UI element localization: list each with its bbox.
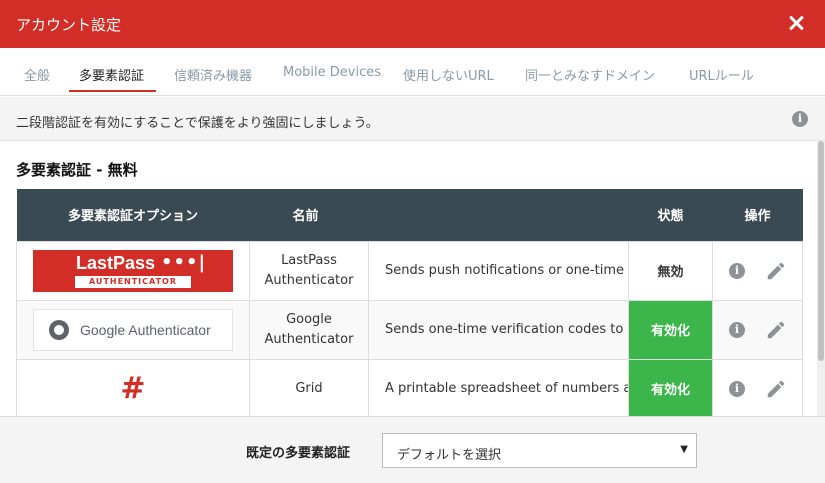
- option-description: A printable spreadsheet of numbers a: [367, 358, 630, 419]
- tab-equivalent-domains[interactable]: 同一とみなすドメイン: [525, 65, 655, 84]
- option-name: Google Authenticator: [249, 299, 369, 360]
- option-description: Sends push notifications or one-time: [367, 240, 630, 301]
- column-header-option: 多要素認証オプション: [16, 189, 250, 241]
- tab-multifactor[interactable]: 多要素認証: [68, 65, 157, 92]
- status-badge: 有効化: [628, 299, 714, 360]
- pencil-icon[interactable]: [765, 319, 787, 341]
- title-bar: アカウント設定: [0, 0, 825, 48]
- column-header-name: 名前: [249, 189, 629, 241]
- info-icon[interactable]: i: [729, 321, 746, 338]
- tab-url-rules[interactable]: URLルール: [689, 65, 754, 84]
- status-badge: 有効化: [628, 358, 714, 419]
- tab-mobile-devices[interactable]: Mobile Devices: [283, 65, 381, 80]
- chevron-down-icon: ▼: [680, 444, 688, 455]
- pencil-icon[interactable]: [765, 378, 787, 400]
- scrollbar[interactable]: [817, 141, 825, 416]
- default-mfa-select-value: デフォルトを選択: [397, 448, 502, 463]
- option-name: LastPass Authenticator: [249, 240, 369, 301]
- option-description: Sends one-time verification codes to: [367, 299, 630, 360]
- status-badge: 無効: [628, 240, 714, 301]
- mfa-table: 多要素認証オプション 名前 状態 操作 LastPass •••| AUTHEN…: [16, 189, 804, 419]
- info-bar: 二段階認証を有効にすることで保護をより強固にしましょう。: [0, 97, 825, 141]
- tab-trusted-devices[interactable]: 信頼済み機器: [174, 65, 252, 84]
- section-title: 多要素認証 - 無料: [16, 161, 138, 179]
- info-text: 二段階認証を有効にすることで保護をより強固にしましょう。: [16, 116, 379, 131]
- column-header-status: 状態: [628, 189, 713, 241]
- table-row: # Grid A printable spreadsheet of number…: [16, 358, 804, 419]
- window-title: アカウント設定: [16, 16, 122, 34]
- table-row: LastPass •••| AUTHENTICATOR LastPass Aut…: [16, 240, 804, 301]
- google-authenticator-logo: Google Authenticator: [33, 308, 233, 351]
- column-header-actions: 操作: [712, 189, 803, 241]
- close-icon[interactable]: [785, 12, 807, 34]
- default-mfa-select[interactable]: デフォルトを選択 ▼: [382, 433, 697, 468]
- tab-bar: 全般 多要素認証 信頼済み機器 Mobile Devices 使用しないURL …: [0, 48, 825, 96]
- scrollbar-thumb[interactable]: [818, 141, 824, 361]
- grid-logo: #: [120, 371, 146, 406]
- option-name: Grid: [249, 358, 369, 419]
- lastpass-authenticator-logo: LastPass •••| AUTHENTICATOR: [33, 249, 233, 292]
- pencil-icon[interactable]: [765, 260, 787, 282]
- info-icon[interactable]: i: [729, 380, 746, 397]
- google-authenticator-icon: [49, 319, 69, 340]
- default-mfa-label: 既定の多要素認証: [246, 446, 351, 461]
- info-icon[interactable]: i: [792, 111, 808, 127]
- table-row: Google Authenticator Google Authenticato…: [16, 299, 804, 360]
- tab-general[interactable]: 全般: [24, 65, 50, 84]
- footer: 既定の多要素認証 デフォルトを選択 ▼: [0, 416, 825, 483]
- tab-never-urls[interactable]: 使用しないURL: [403, 65, 494, 84]
- info-icon[interactable]: i: [729, 262, 746, 279]
